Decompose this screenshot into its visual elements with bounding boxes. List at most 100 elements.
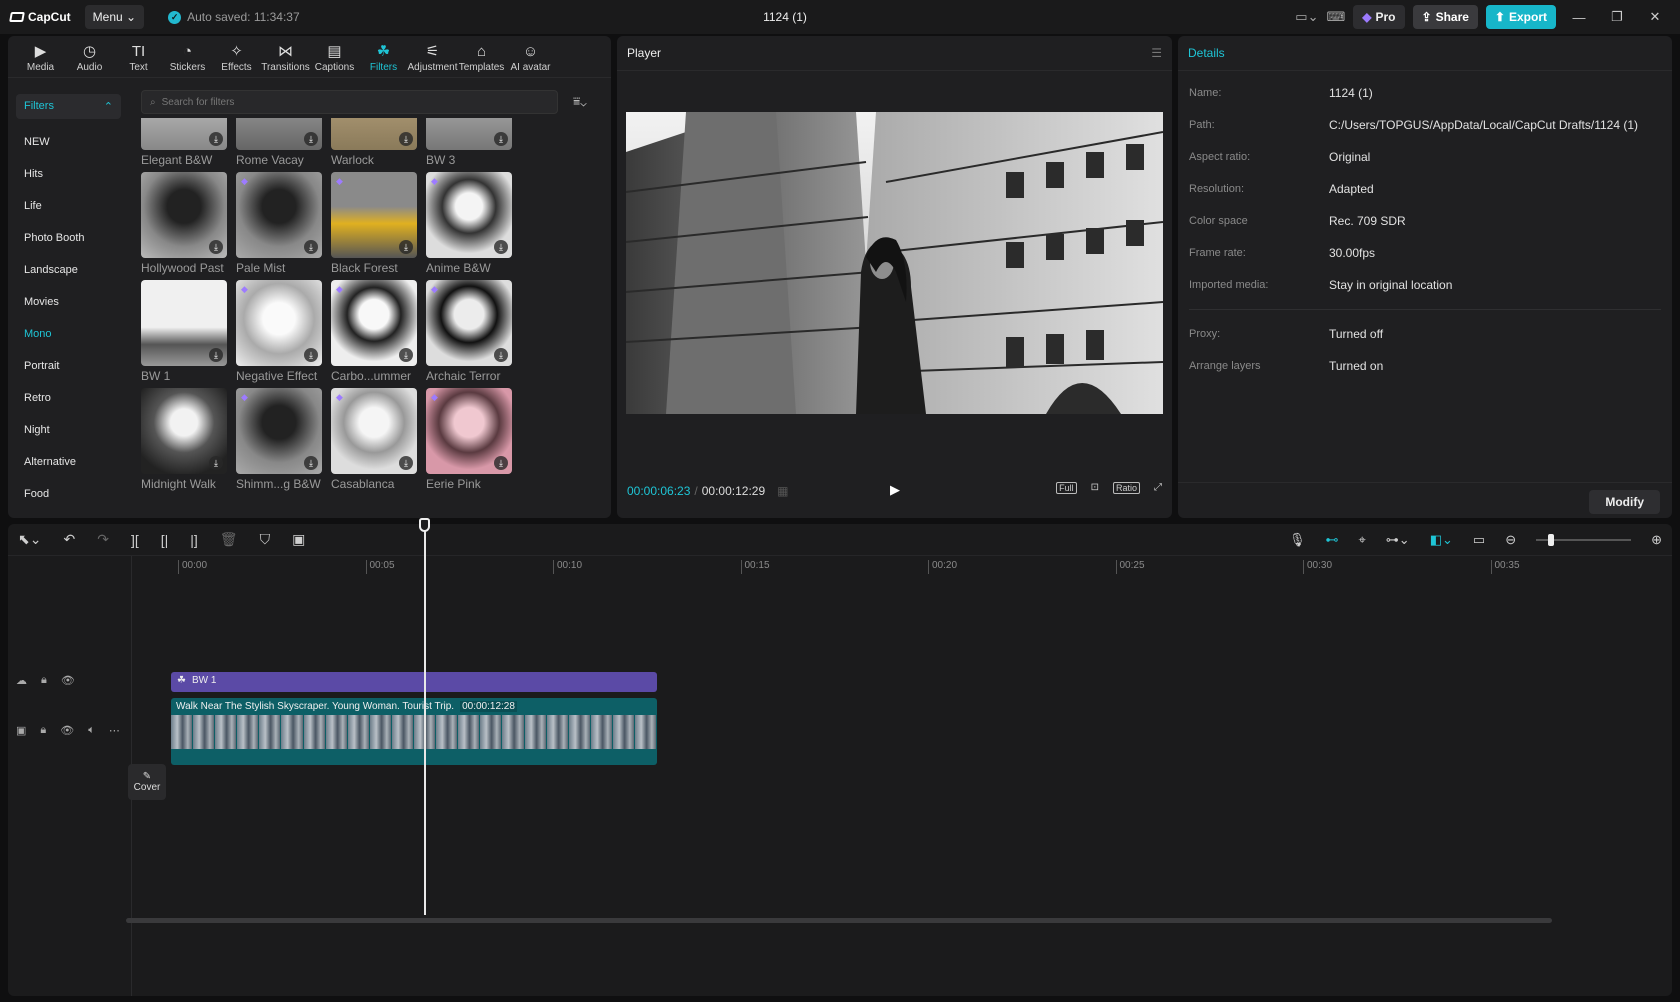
filter-item[interactable]: ⤓ Elegant B&W: [141, 118, 227, 180]
filter-search-input[interactable]: ⌕ Search for filters: [141, 90, 558, 114]
speaker-icon[interactable]: 🔈︎: [88, 724, 95, 737]
ratio-button[interactable]: Ratio: [1112, 482, 1140, 494]
split-right-icon[interactable]: |]: [190, 532, 198, 548]
filter-item[interactable]: ⤓ Midnight Walk: [141, 388, 227, 504]
filter-thumbnail[interactable]: ⤓: [141, 118, 227, 150]
filter-item[interactable]: ◆ ⤓ Black Forest: [331, 172, 417, 288]
tab-audio[interactable]: ◷ Audio: [65, 40, 114, 77]
filter-thumbnail[interactable]: ⤓: [331, 118, 417, 150]
filter-item[interactable]: ⤓ BW 1: [141, 280, 227, 396]
more-icon[interactable]: ⋯: [109, 724, 120, 737]
download-icon[interactable]: ⤓: [209, 456, 223, 470]
filter-thumbnail[interactable]: ◆ ⤓: [331, 172, 417, 258]
keyboard-icon[interactable]: ⌨: [1326, 9, 1345, 25]
filter-item[interactable]: ⤓ Warlock: [331, 118, 417, 180]
filter-thumbnail[interactable]: ◆ ⤓: [331, 388, 417, 474]
filter-item[interactable]: ◆ ⤓ Carbo...ummer: [331, 280, 417, 396]
filter-item[interactable]: ⤓ Hollywood Past: [141, 172, 227, 288]
undo-icon[interactable]: ↶: [63, 531, 75, 548]
tab-ai-avatar[interactable]: ☺ AI avatar: [506, 40, 555, 77]
filter-item[interactable]: ⤓ Rome Vacay: [236, 118, 322, 180]
download-icon[interactable]: ⤓: [304, 456, 318, 470]
filter-item[interactable]: ◆ ⤓ Anime B&W: [426, 172, 512, 288]
eye-icon[interactable]: 👁︎: [60, 724, 74, 737]
restore-icon[interactable]: ❐: [1602, 9, 1632, 25]
filter-category-food[interactable]: Food: [16, 479, 121, 511]
filter-category-photo-booth[interactable]: Photo Booth: [16, 223, 121, 255]
download-icon[interactable]: ⤓: [399, 240, 413, 254]
split-left-icon[interactable]: [|: [161, 532, 169, 548]
download-icon[interactable]: ⤓: [399, 132, 413, 146]
redo-icon[interactable]: ↷: [97, 531, 109, 548]
preview-axis-icon[interactable]: ◧⌄: [1430, 532, 1453, 548]
tab-transitions[interactable]: ⋈ Transitions: [261, 40, 310, 77]
eye-icon[interactable]: 👁︎: [61, 674, 75, 687]
filter-thumbnail[interactable]: ◆ ⤓: [236, 172, 322, 258]
microphone-icon[interactable]: 🎙: [1289, 532, 1306, 548]
filter-clip[interactable]: ☘ BW 1: [171, 672, 657, 692]
filter-category-portrait[interactable]: Portrait: [16, 351, 121, 383]
filter-category-life[interactable]: Life: [16, 191, 121, 223]
tab-stickers[interactable]: ◔ Stickers: [163, 40, 212, 77]
tab-adjustment[interactable]: ⚟ Adjustment: [407, 40, 457, 77]
playhead[interactable]: [424, 518, 426, 915]
filter-thumbnail[interactable]: ◆ ⤓: [426, 388, 512, 474]
filter-thumbnail[interactable]: ◆ ⤓: [426, 172, 512, 258]
full-quality-button[interactable]: Full: [1056, 482, 1077, 494]
hamburger-icon[interactable]: ☰: [1151, 46, 1162, 60]
tab-effects[interactable]: ✧ Effects: [212, 40, 261, 77]
filter-category-alternative[interactable]: Alternative: [16, 447, 121, 479]
select-tool-icon[interactable]: ⬉⌄: [18, 531, 41, 548]
pro-button[interactable]: ◆ Pro: [1353, 5, 1405, 29]
filter-category-landscape[interactable]: Landscape: [16, 255, 121, 287]
filter-category-new[interactable]: NEW: [16, 127, 121, 159]
fullscreen-icon[interactable]: ⤢: [1154, 482, 1162, 494]
download-icon[interactable]: ⤓: [304, 132, 318, 146]
playhead-handle[interactable]: [419, 518, 430, 532]
filters-dropdown[interactable]: Filters ⌃: [16, 94, 121, 119]
tab-captions[interactable]: ▤ Captions: [310, 40, 359, 77]
filter-thumbnail[interactable]: ◆ ⤓: [426, 280, 512, 366]
filter-item[interactable]: ◆ ⤓ Eerie Pink: [426, 388, 512, 504]
caption-icon[interactable]: ▭: [1473, 532, 1485, 548]
filter-thumbnail[interactable]: ⤓: [236, 118, 322, 150]
link-icon[interactable]: ⊶⌄: [1386, 532, 1410, 548]
download-icon[interactable]: ⤓: [399, 348, 413, 362]
download-icon[interactable]: ⤓: [494, 132, 508, 146]
shield-icon[interactable]: ⛉: [260, 531, 271, 548]
download-icon[interactable]: ⤓: [209, 240, 223, 254]
filter-thumbnail[interactable]: ◆ ⤓: [331, 280, 417, 366]
close-icon[interactable]: ✕: [1640, 9, 1670, 25]
lock-icon[interactable]: 🔒︎: [41, 674, 47, 687]
split-icon[interactable]: ][: [131, 532, 139, 548]
filter-thumbnail[interactable]: ⤓: [141, 280, 227, 366]
filter-category-night[interactable]: Night: [16, 415, 121, 447]
grid-toggle-icon[interactable]: ▦: [777, 484, 788, 498]
filter-thumbnail[interactable]: ◆ ⤓: [236, 280, 322, 366]
filter-item[interactable]: ◆ ⤓ Casablanca: [331, 388, 417, 504]
screenshot-icon[interactable]: ⊡: [1091, 482, 1099, 494]
tab-templates[interactable]: ⌂ Templates: [457, 40, 506, 77]
filter-thumbnail[interactable]: ⤓: [141, 388, 227, 474]
modify-button[interactable]: Modify: [1589, 490, 1660, 514]
lock-icon[interactable]: 🔒︎: [40, 724, 46, 737]
filter-thumbnail[interactable]: ◆ ⤓: [236, 388, 322, 474]
horizontal-scrollbar[interactable]: [126, 918, 1552, 923]
play-button[interactable]: ▶: [890, 482, 900, 498]
filter-item[interactable]: ◆ ⤓ Archaic Terror: [426, 280, 512, 396]
download-icon[interactable]: ⤓: [494, 456, 508, 470]
tab-media[interactable]: ▶ Media: [16, 40, 65, 77]
magnet-link-icon[interactable]: ⊷: [1325, 532, 1338, 548]
download-icon[interactable]: ⤓: [209, 132, 223, 146]
filter-category-movies[interactable]: Movies: [16, 287, 121, 319]
filter-item[interactable]: ⤓ BW 3: [426, 118, 512, 180]
download-icon[interactable]: ⤓: [399, 456, 413, 470]
filter-category-retro[interactable]: Retro: [16, 383, 121, 415]
filter-thumbnail[interactable]: ⤓: [141, 172, 227, 258]
video-preview[interactable]: [626, 112, 1163, 414]
video-clip[interactable]: Walk Near The Stylish Skyscraper. Young …: [171, 698, 657, 765]
auto-snap-icon[interactable]: ⌖: [1358, 532, 1365, 548]
export-button[interactable]: ⬆ Export: [1485, 5, 1556, 29]
time-ruler[interactable]: 00:00 00:05 00:10 00:15 00:20 00:25 00:30 00:35: [132, 556, 1672, 578]
zoom-in-icon[interactable]: ⊕: [1651, 532, 1662, 548]
